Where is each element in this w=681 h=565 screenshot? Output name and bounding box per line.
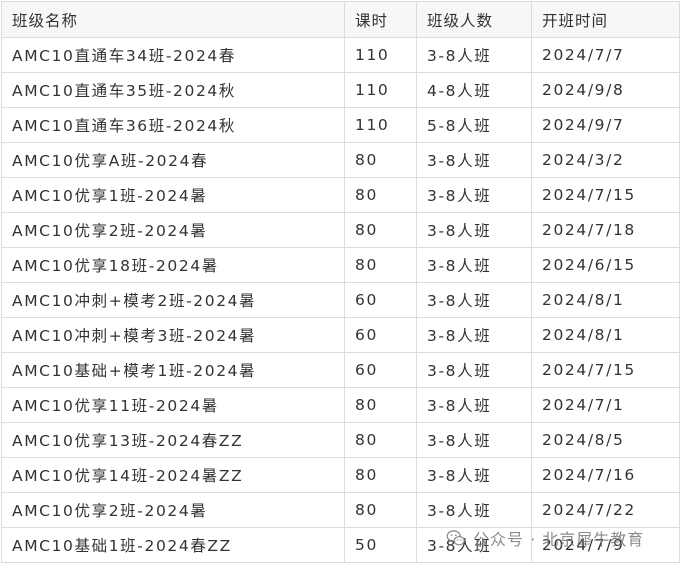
table-row: AMC10优享2班-2024暑 80 3-8人班 2024/7/18 xyxy=(1,212,680,248)
cell-hours: 60 xyxy=(344,317,417,353)
table-row: AMC10基础1班-2024春ZZ 50 3-8人班 2024/7/9 xyxy=(1,527,680,563)
cell-start-date: 2024/7/22 xyxy=(531,492,680,528)
cell-class-size: 3-8人班 xyxy=(416,527,532,563)
header-class-name: 班级名称 xyxy=(1,1,345,38)
table-row: AMC10冲刺+模考2班-2024暑 60 3-8人班 2024/8/1 xyxy=(1,282,680,318)
table-row: AMC10优享A班-2024春 80 3-8人班 2024/3/2 xyxy=(1,142,680,178)
class-schedule-table: 班级名称 课时 班级人数 开班时间 AMC10直通车34班-2024春 110 … xyxy=(1,1,680,563)
cell-class-name: AMC10优享13班-2024春ZZ xyxy=(1,422,345,458)
table-row: AMC10直通车34班-2024春 110 3-8人班 2024/7/7 xyxy=(1,37,680,73)
cell-start-date: 2024/7/1 xyxy=(531,387,680,423)
cell-hours: 80 xyxy=(344,387,417,423)
cell-class-name: AMC10基础+模考1班-2024暑 xyxy=(1,352,345,388)
header-start-date: 开班时间 xyxy=(531,1,680,38)
cell-class-size: 3-8人班 xyxy=(416,492,532,528)
cell-class-size: 3-8人班 xyxy=(416,352,532,388)
cell-hours: 80 xyxy=(344,142,417,178)
cell-class-name: AMC10优享11班-2024暑 xyxy=(1,387,345,423)
table-body: AMC10直通车34班-2024春 110 3-8人班 2024/7/7 AMC… xyxy=(1,37,680,563)
table-row: AMC10优享2班-2024暑 80 3-8人班 2024/7/22 xyxy=(1,492,680,528)
cell-class-name: AMC10优享14班-2024暑ZZ xyxy=(1,457,345,493)
table-row: AMC10优享13班-2024春ZZ 80 3-8人班 2024/8/5 xyxy=(1,422,680,458)
header-hours: 课时 xyxy=(344,1,417,38)
cell-class-size: 3-8人班 xyxy=(416,177,532,213)
cell-class-name: AMC10优享1班-2024暑 xyxy=(1,177,345,213)
cell-hours: 80 xyxy=(344,457,417,493)
cell-hours: 110 xyxy=(344,107,417,143)
cell-class-name: AMC10优享18班-2024暑 xyxy=(1,247,345,283)
cell-start-date: 2024/8/5 xyxy=(531,422,680,458)
cell-start-date: 2024/7/15 xyxy=(531,177,680,213)
cell-start-date: 2024/3/2 xyxy=(531,142,680,178)
cell-class-name: AMC10优享A班-2024春 xyxy=(1,142,345,178)
table-row: AMC10优享14班-2024暑ZZ 80 3-8人班 2024/7/16 xyxy=(1,457,680,493)
table-row: AMC10冲刺+模考3班-2024暑 60 3-8人班 2024/8/1 xyxy=(1,317,680,353)
cell-start-date: 2024/6/15 xyxy=(531,247,680,283)
cell-start-date: 2024/7/18 xyxy=(531,212,680,248)
cell-class-name: AMC10基础1班-2024春ZZ xyxy=(1,527,345,563)
cell-class-size: 3-8人班 xyxy=(416,37,532,73)
cell-start-date: 2024/7/16 xyxy=(531,457,680,493)
cell-class-size: 4-8人班 xyxy=(416,72,532,108)
table-row: AMC10优享18班-2024暑 80 3-8人班 2024/6/15 xyxy=(1,247,680,283)
cell-hours: 60 xyxy=(344,352,417,388)
cell-class-size: 3-8人班 xyxy=(416,422,532,458)
cell-start-date: 2024/7/7 xyxy=(531,37,680,73)
cell-start-date: 2024/9/8 xyxy=(531,72,680,108)
cell-start-date: 2024/9/7 xyxy=(531,107,680,143)
cell-hours: 110 xyxy=(344,72,417,108)
cell-class-size: 3-8人班 xyxy=(416,317,532,353)
cell-hours: 80 xyxy=(344,212,417,248)
table-row: AMC10直通车35班-2024秋 110 4-8人班 2024/9/8 xyxy=(1,72,680,108)
cell-hours: 80 xyxy=(344,492,417,528)
cell-class-name: AMC10优享2班-2024暑 xyxy=(1,492,345,528)
cell-class-size: 3-8人班 xyxy=(416,282,532,318)
cell-class-name: AMC10直通车36班-2024秋 xyxy=(1,107,345,143)
cell-start-date: 2024/8/1 xyxy=(531,282,680,318)
cell-class-name: AMC10优享2班-2024暑 xyxy=(1,212,345,248)
cell-class-name: AMC10直通车34班-2024春 xyxy=(1,37,345,73)
table-row: AMC10直通车36班-2024秋 110 5-8人班 2024/9/7 xyxy=(1,107,680,143)
cell-class-size: 3-8人班 xyxy=(416,457,532,493)
table-row: AMC10优享11班-2024暑 80 3-8人班 2024/7/1 xyxy=(1,387,680,423)
cell-start-date: 2024/7/15 xyxy=(531,352,680,388)
cell-hours: 80 xyxy=(344,177,417,213)
class-table-container: 班级名称 课时 班级人数 开班时间 AMC10直通车34班-2024春 110 … xyxy=(1,1,680,563)
table-header: 班级名称 课时 班级人数 开班时间 xyxy=(1,1,680,38)
header-row: 班级名称 课时 班级人数 开班时间 xyxy=(1,1,680,38)
cell-class-name: AMC10冲刺+模考2班-2024暑 xyxy=(1,282,345,318)
cell-class-size: 3-8人班 xyxy=(416,387,532,423)
table-row: AMC10基础+模考1班-2024暑 60 3-8人班 2024/7/15 xyxy=(1,352,680,388)
cell-hours: 50 xyxy=(344,527,417,563)
cell-class-name: AMC10直通车35班-2024秋 xyxy=(1,72,345,108)
cell-hours: 110 xyxy=(344,37,417,73)
table-row: AMC10优享1班-2024暑 80 3-8人班 2024/7/15 xyxy=(1,177,680,213)
cell-hours: 60 xyxy=(344,282,417,318)
cell-hours: 80 xyxy=(344,422,417,458)
cell-class-size: 3-8人班 xyxy=(416,142,532,178)
cell-class-name: AMC10冲刺+模考3班-2024暑 xyxy=(1,317,345,353)
cell-class-size: 3-8人班 xyxy=(416,247,532,283)
cell-start-date: 2024/7/9 xyxy=(531,527,680,563)
header-class-size: 班级人数 xyxy=(416,1,532,38)
cell-class-size: 5-8人班 xyxy=(416,107,532,143)
cell-class-size: 3-8人班 xyxy=(416,212,532,248)
cell-hours: 80 xyxy=(344,247,417,283)
cell-start-date: 2024/8/1 xyxy=(531,317,680,353)
